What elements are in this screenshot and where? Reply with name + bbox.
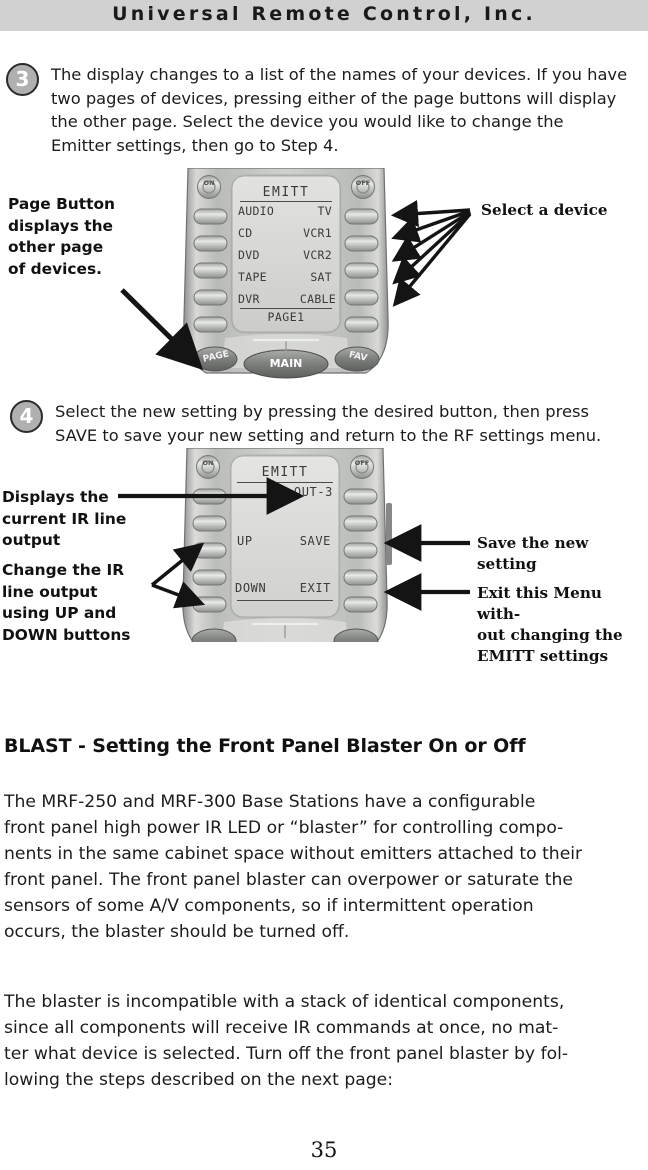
callout-change-ir-line-1: Change the IR xyxy=(2,561,125,579)
lcd-divider-top-2 xyxy=(237,482,333,483)
step-3-badge: 3 xyxy=(6,63,39,96)
paragraph-2-line-4: lowing the steps described on the next p… xyxy=(4,1070,394,1090)
lcd-title-1: EMITT xyxy=(262,185,310,200)
paragraph-2-line-2: since all components will receive IR com… xyxy=(4,1018,559,1038)
callout-change-ir-line-output: Change the IR line output using UP and D… xyxy=(2,560,157,646)
paragraph-1-line-6: occurs, the blaster should be turned off… xyxy=(4,922,350,942)
lcd-row-3-right[interactable]: VCR2 xyxy=(303,248,332,262)
paragraph-1-line-5: sensors of some A/V components, so if in… xyxy=(4,896,534,916)
callout-exit-line-3: EMITT settings xyxy=(477,647,609,665)
callout-displays-current-ir-line-output: Displays the current IR line output xyxy=(2,487,152,552)
callout-change-ir-line-3: using UP and xyxy=(2,604,117,622)
figure-device-list-remote: EMITT AUDIO TV CD VCR1 DVD VCR2 TAPE SAT… xyxy=(170,167,402,386)
callout-exit-this-menu: Exit this Menu with- out changing the EM… xyxy=(477,583,648,667)
callout-ir-output-line-1: Displays the xyxy=(2,488,109,506)
lcd-divider-bottom-1 xyxy=(240,308,332,309)
callout-exit-line-1: Exit this Menu with- xyxy=(477,584,602,623)
power-off-button-label-1[interactable]: OFF xyxy=(351,179,375,187)
step-3-line-2: two pages of devices, pressing either of… xyxy=(51,88,617,108)
callout-page-button-line-4: of devices. xyxy=(8,259,102,278)
lcd-divider-bottom-2 xyxy=(237,600,333,601)
section-paragraph-2: The blaster is incompatible with a stack… xyxy=(4,989,644,1093)
callout-page-button-line-2: displays the xyxy=(8,216,113,235)
step-3-line-4: Emitter settings, then go to Step 4. xyxy=(51,135,339,155)
step-3-line-3: the other page. Select the device you wo… xyxy=(51,112,564,131)
callout-page-button-line-3: other page xyxy=(8,238,104,256)
lcd-row-5-right[interactable]: CABLE xyxy=(300,292,336,306)
callout-select-a-device: Select a device xyxy=(481,201,608,219)
callout-page-button-line-1: Page Button xyxy=(8,195,115,213)
paragraph-1-line-1: The MRF-250 and MRF-300 Base Stations ha… xyxy=(4,792,536,812)
lcd-row-3-left[interactable]: DVD xyxy=(238,248,260,262)
power-on-button-label-1[interactable]: ON xyxy=(197,179,221,187)
step-3-line-1: The display changes to a list of the nam… xyxy=(51,65,628,84)
callout-save-the-new-setting: Save the new setting xyxy=(477,534,589,573)
lcd-screen-2: EMITT OUT-3 UP SAVE DOWN EXIT xyxy=(231,456,339,617)
power-off-button-label-2[interactable]: OFF xyxy=(350,459,374,467)
lcd-row-4-left[interactable]: TAPE xyxy=(238,270,267,284)
callout-ir-output-line-2: current IR line xyxy=(2,509,127,528)
callout-exit-line-2: out changing the xyxy=(477,626,623,644)
lcd-row-2-left[interactable]: CD xyxy=(238,226,252,240)
lcd-row-1-right[interactable]: TV xyxy=(318,204,332,218)
paragraph-1-line-3: nents in the same cabinet space without … xyxy=(4,844,583,864)
callout-change-ir-line-2: line output xyxy=(2,582,98,601)
paragraph-2-line-1: The blaster is incompatible with a stack… xyxy=(4,992,565,1012)
section-paragraph-1: The MRF-250 and MRF-300 Base Stations ha… xyxy=(4,789,644,945)
paragraph-1-line-2: front panel high power IR LED or “blaste… xyxy=(4,818,564,838)
step-4-text: Select the new setting by pressing the d… xyxy=(55,400,648,447)
callout-change-ir-line-4: DOWN buttons xyxy=(2,625,131,644)
lcd-down-label[interactable]: DOWN xyxy=(235,581,266,595)
lcd-up-label[interactable]: UP xyxy=(237,534,253,548)
paragraph-2-line-3: ter what device is selected. Turn off th… xyxy=(4,1044,569,1064)
arrow-select-device-fan xyxy=(390,199,472,307)
lcd-row-1-left[interactable]: AUDIO xyxy=(238,204,274,218)
lcd-divider-top-1 xyxy=(240,201,332,202)
lcd-save-label[interactable]: SAVE xyxy=(300,534,331,548)
lcd-row-5-left[interactable]: DVR xyxy=(238,292,260,306)
page-number: 35 xyxy=(310,1138,338,1162)
callout-page-button: Page Button displays the other page of d… xyxy=(8,194,158,280)
page-header-title: Universal Remote Control, Inc. xyxy=(112,3,536,25)
lcd-ir-output-value: OUT-3 xyxy=(293,485,333,499)
step-4-badge: 4 xyxy=(10,400,43,433)
callout-ir-output-line-3: output xyxy=(2,531,61,549)
lcd-row-4-right[interactable]: SAT xyxy=(310,270,332,284)
step-3-text: The display changes to a list of the nam… xyxy=(51,63,648,157)
section-heading-blast: BLAST - Setting the Front Panel Blaster … xyxy=(4,735,526,757)
lcd-footer-page-1: PAGE1 xyxy=(267,310,305,324)
lcd-exit-label[interactable]: EXIT xyxy=(300,581,331,595)
figure-emitt-setting-remote: EMITT OUT-3 UP SAVE DOWN EXIT ON OFF xyxy=(167,448,402,642)
paragraph-1-line-4: front panel. The front panel blaster can… xyxy=(4,870,573,890)
power-on-button-label-2[interactable]: ON xyxy=(196,459,220,467)
step-4-line-1: Select the new setting by pressing the d… xyxy=(55,402,589,421)
lcd-screen-1: EMITT AUDIO TV CD VCR1 DVD VCR2 TAPE SAT… xyxy=(232,176,340,332)
lcd-row-2-right[interactable]: VCR1 xyxy=(303,226,332,240)
lcd-title-2: EMITT xyxy=(261,465,309,480)
step-4-line-2: SAVE to save your new setting and return… xyxy=(55,425,602,445)
main-button-label[interactable]: MAIN xyxy=(266,357,306,370)
